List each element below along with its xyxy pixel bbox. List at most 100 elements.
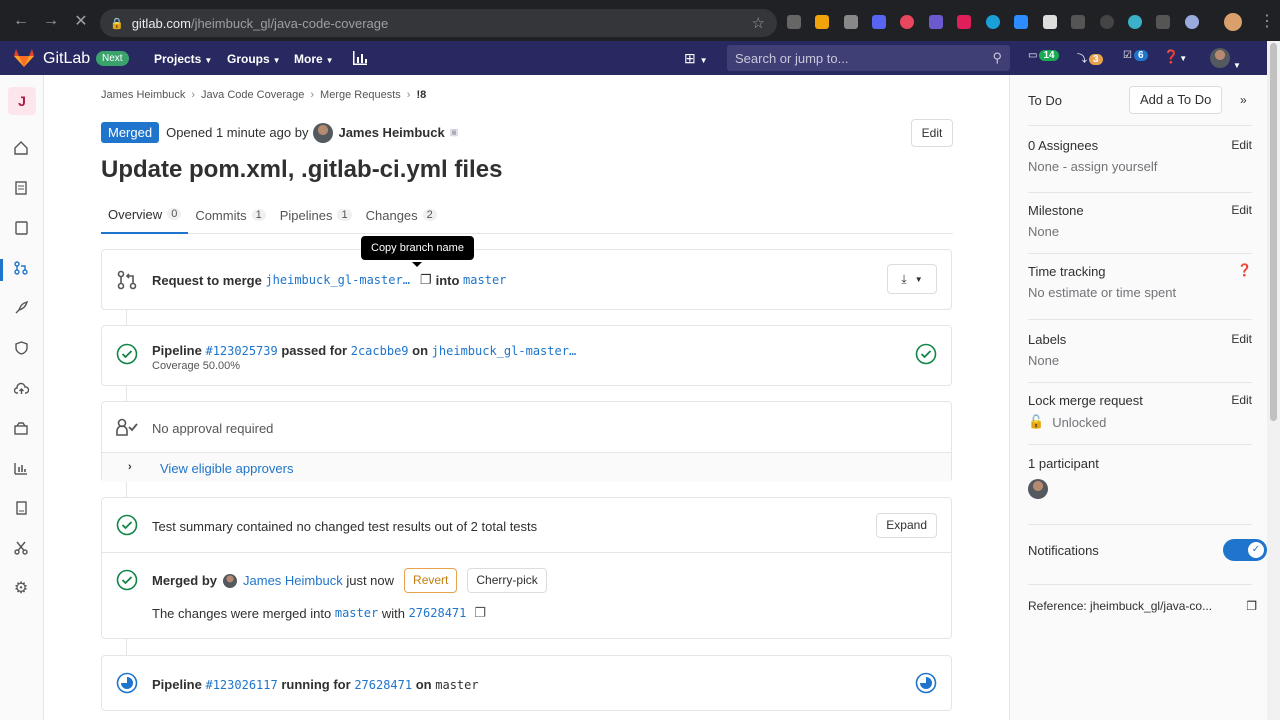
status-running-icon[interactable] xyxy=(116,672,138,694)
copy-reference-icon[interactable]: ❐ xyxy=(1246,599,1257,613)
extension-icon[interactable] xyxy=(1043,15,1057,29)
view-approvers-link[interactable]: View eligible approvers xyxy=(160,461,293,476)
extension-icon[interactable] xyxy=(1156,15,1170,29)
home-icon[interactable] xyxy=(12,139,30,157)
next-badge[interactable]: Next xyxy=(96,51,129,66)
copy-branch-icon[interactable]: ❐ xyxy=(420,272,432,288)
author-name[interactable]: James Heimbuck xyxy=(338,125,444,140)
gitlab-logo-icon[interactable] xyxy=(14,49,34,67)
analytics-icon[interactable] xyxy=(12,459,30,477)
issues-counter[interactable]: ▭ 14 xyxy=(1028,50,1059,61)
copy-commit-icon[interactable]: ❐ xyxy=(474,605,486,621)
merger-name-link[interactable]: James Heimbuck xyxy=(243,573,343,588)
add-todo-button[interactable]: Add a To Do xyxy=(1129,86,1223,114)
extension-icon[interactable] xyxy=(900,15,914,29)
revert-button[interactable]: Revert xyxy=(404,568,458,593)
extension-icon[interactable] xyxy=(1071,15,1085,29)
snippets-scissors-icon[interactable] xyxy=(12,539,30,557)
project-avatar[interactable]: J xyxy=(8,87,36,115)
extension-icon[interactable] xyxy=(957,15,971,29)
rocket-icon[interactable] xyxy=(12,299,30,317)
merger-avatar[interactable] xyxy=(223,573,238,588)
target-branch-link[interactable]: master xyxy=(463,273,506,287)
extension-icon[interactable] xyxy=(929,15,943,29)
breadcrumb-mr-id[interactable]: !8 xyxy=(416,89,426,101)
target-branch-link[interactable]: master xyxy=(335,606,378,620)
breadcrumb-project[interactable]: Java Code Coverage xyxy=(201,89,304,101)
help-icon[interactable]: ❓ xyxy=(1237,263,1252,277)
merge-commit-link[interactable]: 27628471 xyxy=(409,606,467,620)
repository-icon[interactable] xyxy=(12,179,30,197)
bookmark-star-icon[interactable]: ☆ xyxy=(752,14,765,32)
breadcrumb-owner[interactable]: James Heimbuck xyxy=(101,89,185,101)
todos-counter[interactable]: ☑ 6 xyxy=(1123,50,1148,61)
pipeline-id-link[interactable]: #123026117 xyxy=(205,678,277,692)
stage-success-icon[interactable] xyxy=(915,343,937,365)
shield-icon[interactable] xyxy=(12,339,30,357)
collapse-sidebar-icon[interactable]: » xyxy=(1240,93,1247,107)
divider xyxy=(1028,444,1252,445)
forward-icon[interactable]: → xyxy=(40,10,62,32)
notifications-title: Notifications xyxy=(1028,543,1099,558)
search-input[interactable]: Search or jump to... ⚲ xyxy=(727,45,1010,71)
groups-menu[interactable]: Groups ▼ xyxy=(227,52,281,66)
address-bar[interactable]: 🔒 gitlab.com/jheimbuck_gl/java-code-cove… xyxy=(100,9,777,37)
expand-button[interactable]: Expand xyxy=(876,513,937,538)
participant-avatar[interactable] xyxy=(1028,479,1048,499)
scrollbar-thumb[interactable] xyxy=(1270,43,1277,421)
source-branch-link[interactable]: jheimbuck_gl-master… xyxy=(265,273,410,287)
profile-avatar-icon[interactable] xyxy=(1224,13,1242,31)
edit-mr-button[interactable]: Edit xyxy=(911,119,953,147)
edit-milestone-link[interactable]: Edit xyxy=(1231,203,1252,217)
extension-icon[interactable] xyxy=(1185,15,1199,29)
status-success-icon[interactable] xyxy=(116,343,138,365)
lock-status: 🔓 Unlocked xyxy=(1028,414,1252,430)
commit-link[interactable]: 27628471 xyxy=(354,678,412,692)
tab-commits[interactable]: Commits 1 xyxy=(188,196,272,234)
extension-icon[interactable] xyxy=(986,15,1000,29)
merge-requests-icon[interactable] xyxy=(12,259,30,277)
new-item-dropdown[interactable]: ⊞ ▼ xyxy=(684,50,708,67)
extension-icon[interactable] xyxy=(872,15,886,29)
page-scrollbar[interactable] xyxy=(1267,41,1280,720)
tab-pipelines[interactable]: Pipelines 1 xyxy=(273,196,359,234)
commit-link[interactable]: 2cacbbe9 xyxy=(351,344,409,358)
cloud-deploy-icon[interactable] xyxy=(12,379,30,397)
browser-menu-icon[interactable]: ⋮ xyxy=(1256,10,1278,32)
pocket-extension-icon[interactable] xyxy=(844,15,858,29)
author-avatar[interactable] xyxy=(313,122,334,143)
edit-labels-link[interactable]: Edit xyxy=(1231,332,1252,346)
download-dropdown[interactable]: ⤓ ▼ xyxy=(887,264,937,294)
cherry-pick-button[interactable]: Cherry-pick xyxy=(467,568,547,593)
edit-lock-link[interactable]: Edit xyxy=(1231,393,1252,407)
issues-icon[interactable] xyxy=(12,219,30,237)
pipeline-id-link[interactable]: #123025739 xyxy=(205,344,277,358)
more-menu[interactable]: More ▼ xyxy=(294,52,334,66)
tab-changes[interactable]: Changes 2 xyxy=(359,196,444,234)
notifications-toggle[interactable]: ✓ xyxy=(1223,539,1267,561)
package-icon[interactable] xyxy=(12,419,30,437)
dropbox-extension-icon[interactable] xyxy=(787,15,801,29)
zoom-extension-icon[interactable] xyxy=(1014,15,1028,29)
user-menu[interactable]: ▼ xyxy=(1210,48,1241,71)
branch-link[interactable]: jheimbuck_gl-master… xyxy=(432,344,577,358)
stop-loading-icon[interactable]: ✕ xyxy=(70,10,92,32)
settings-gear-icon[interactable]: ⚙ xyxy=(12,579,30,597)
merge-request-widget: Request to merge jheimbuck_gl-master… ❐ … xyxy=(101,249,952,310)
gitlab-brand[interactable]: GitLab xyxy=(43,50,90,68)
projects-menu[interactable]: Projects ▼ xyxy=(154,52,212,66)
activity-chart-icon[interactable] xyxy=(352,50,368,66)
help-menu[interactable]: ❓▼ xyxy=(1163,49,1187,65)
edit-assignees-link[interactable]: Edit xyxy=(1231,138,1252,152)
chevron-right-icon[interactable]: › xyxy=(128,461,132,473)
assign-yourself-link[interactable]: None - assign yourself xyxy=(1028,159,1252,174)
back-icon[interactable]: ← xyxy=(10,10,32,32)
tab-overview[interactable]: Overview 0 xyxy=(101,196,189,234)
stage-running-icon[interactable] xyxy=(915,672,937,694)
extension-icon[interactable] xyxy=(1128,15,1142,29)
breadcrumb-merge-requests[interactable]: Merge Requests xyxy=(320,89,401,101)
extension-icon[interactable] xyxy=(1100,15,1114,29)
extension-icon[interactable] xyxy=(815,15,829,29)
wiki-icon[interactable] xyxy=(12,499,30,517)
merge-requests-counter[interactable]: ⤵ 3 xyxy=(1077,50,1103,65)
